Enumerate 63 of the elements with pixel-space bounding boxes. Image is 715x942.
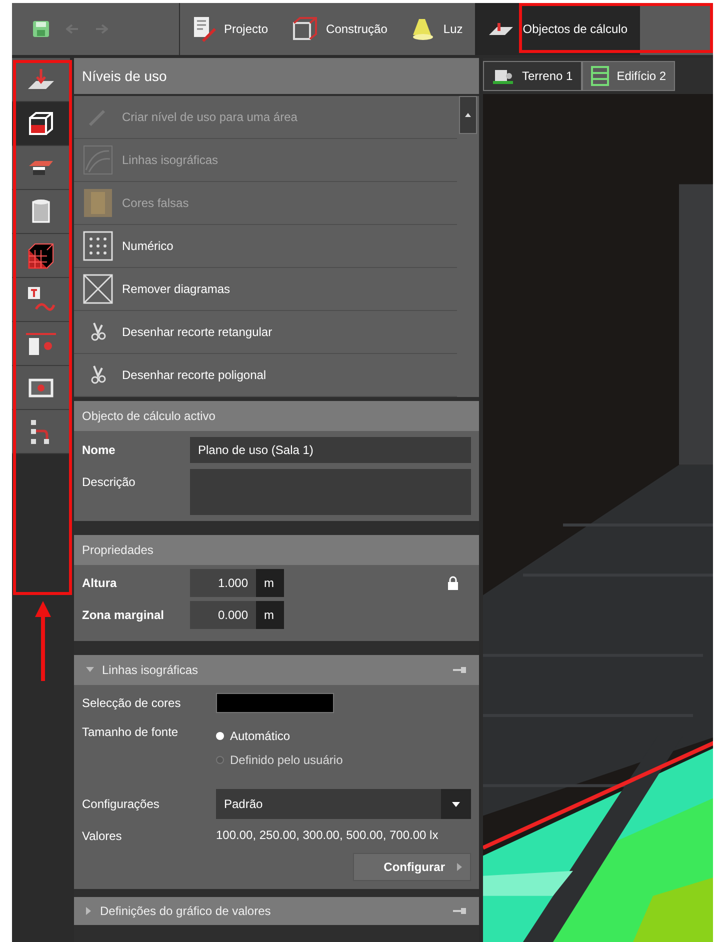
color-swatch[interactable] bbox=[216, 693, 334, 713]
cylinder-icon bbox=[31, 198, 51, 224]
toolbar-tab[interactable]: Projecto bbox=[180, 3, 280, 55]
document-pen-icon bbox=[192, 16, 216, 42]
action-item[interactable]: Numérico bbox=[74, 225, 457, 268]
number-field[interactable]: 1.000 m bbox=[190, 569, 284, 597]
plane-icon bbox=[486, 21, 515, 37]
cube-frame-icon bbox=[292, 17, 318, 41]
panel-title: Níveis de uso bbox=[74, 58, 479, 94]
configure-button[interactable]: Configurar bbox=[353, 853, 471, 881]
action-item[interactable]: Desenhar recorte poligonal bbox=[74, 354, 457, 397]
number-field[interactable]: 0.000 m bbox=[190, 601, 284, 629]
lamp-icon bbox=[411, 17, 436, 41]
field-label: Descrição bbox=[82, 474, 136, 491]
section-header[interactable]: Definições do gráfico de valores bbox=[74, 897, 479, 925]
frame-point-icon bbox=[28, 376, 54, 398]
action-item[interactable]: Desenhar recorte retangular bbox=[74, 311, 457, 354]
cube-icon bbox=[28, 110, 54, 136]
crossed-box-icon bbox=[83, 274, 113, 304]
action-item[interactable]: Remover diagramas bbox=[74, 268, 457, 311]
caret-down-icon bbox=[452, 802, 460, 806]
tool-button[interactable] bbox=[12, 190, 70, 234]
name-field[interactable]: Plano de uso (Sala 1) bbox=[190, 437, 471, 463]
stack-icon bbox=[590, 66, 609, 86]
tool-button[interactable] bbox=[12, 410, 70, 454]
field-label: Nome bbox=[82, 442, 116, 459]
field-label: Selecção de cores bbox=[82, 695, 182, 712]
grid-cube-icon bbox=[27, 242, 55, 270]
dropdown[interactable]: Padrão bbox=[216, 789, 471, 819]
field-label: Configurações bbox=[82, 796, 160, 813]
radio-option[interactable]: Definido pelo usuário bbox=[216, 751, 343, 769]
field-label: Altura bbox=[82, 575, 118, 592]
section-header: Propriedades bbox=[74, 535, 479, 565]
tool-button[interactable] bbox=[12, 366, 70, 410]
toolbar-tab[interactable]: Objectos de cálculo bbox=[474, 3, 640, 55]
toolbar-tab[interactable]: Construção bbox=[280, 3, 400, 55]
tool-button[interactable] bbox=[12, 278, 70, 322]
pin-icon bbox=[453, 907, 467, 915]
field-label: Tamanho de fonte bbox=[82, 724, 180, 741]
view-tab[interactable]: Terreno 1 bbox=[483, 61, 582, 91]
dot-grid-icon bbox=[83, 231, 113, 261]
tool-button[interactable] bbox=[12, 234, 70, 278]
building-icon bbox=[492, 67, 514, 85]
up-arrow-icon bbox=[465, 113, 471, 117]
wall-point-icon bbox=[26, 330, 56, 356]
field-label: Zona marginal bbox=[82, 607, 166, 624]
caret-right-icon bbox=[457, 863, 462, 871]
tool-button[interactable] bbox=[12, 322, 70, 366]
section-header[interactable]: Linhas isográficas bbox=[74, 655, 479, 685]
description-field[interactable] bbox=[190, 469, 471, 515]
values-text: 100.00, 250.00, 300.00, 500.00, 700.00 lx bbox=[216, 827, 440, 844]
view-tab[interactable]: Edifício 2 bbox=[582, 61, 676, 91]
section-header: Objecto de cálculo activo bbox=[74, 401, 479, 431]
caret-down-icon bbox=[86, 667, 94, 673]
toolbar-tab[interactable]: Luz bbox=[399, 3, 475, 55]
pin-icon bbox=[453, 666, 467, 674]
lock-icon bbox=[447, 576, 459, 590]
gradient-square-icon bbox=[83, 188, 113, 218]
field-label: Valores bbox=[82, 828, 123, 845]
caret-right-icon bbox=[86, 907, 92, 915]
radio-option[interactable]: Automático bbox=[216, 727, 343, 745]
scrollbar-thumb[interactable] bbox=[459, 96, 477, 134]
contour-icon bbox=[83, 145, 113, 175]
